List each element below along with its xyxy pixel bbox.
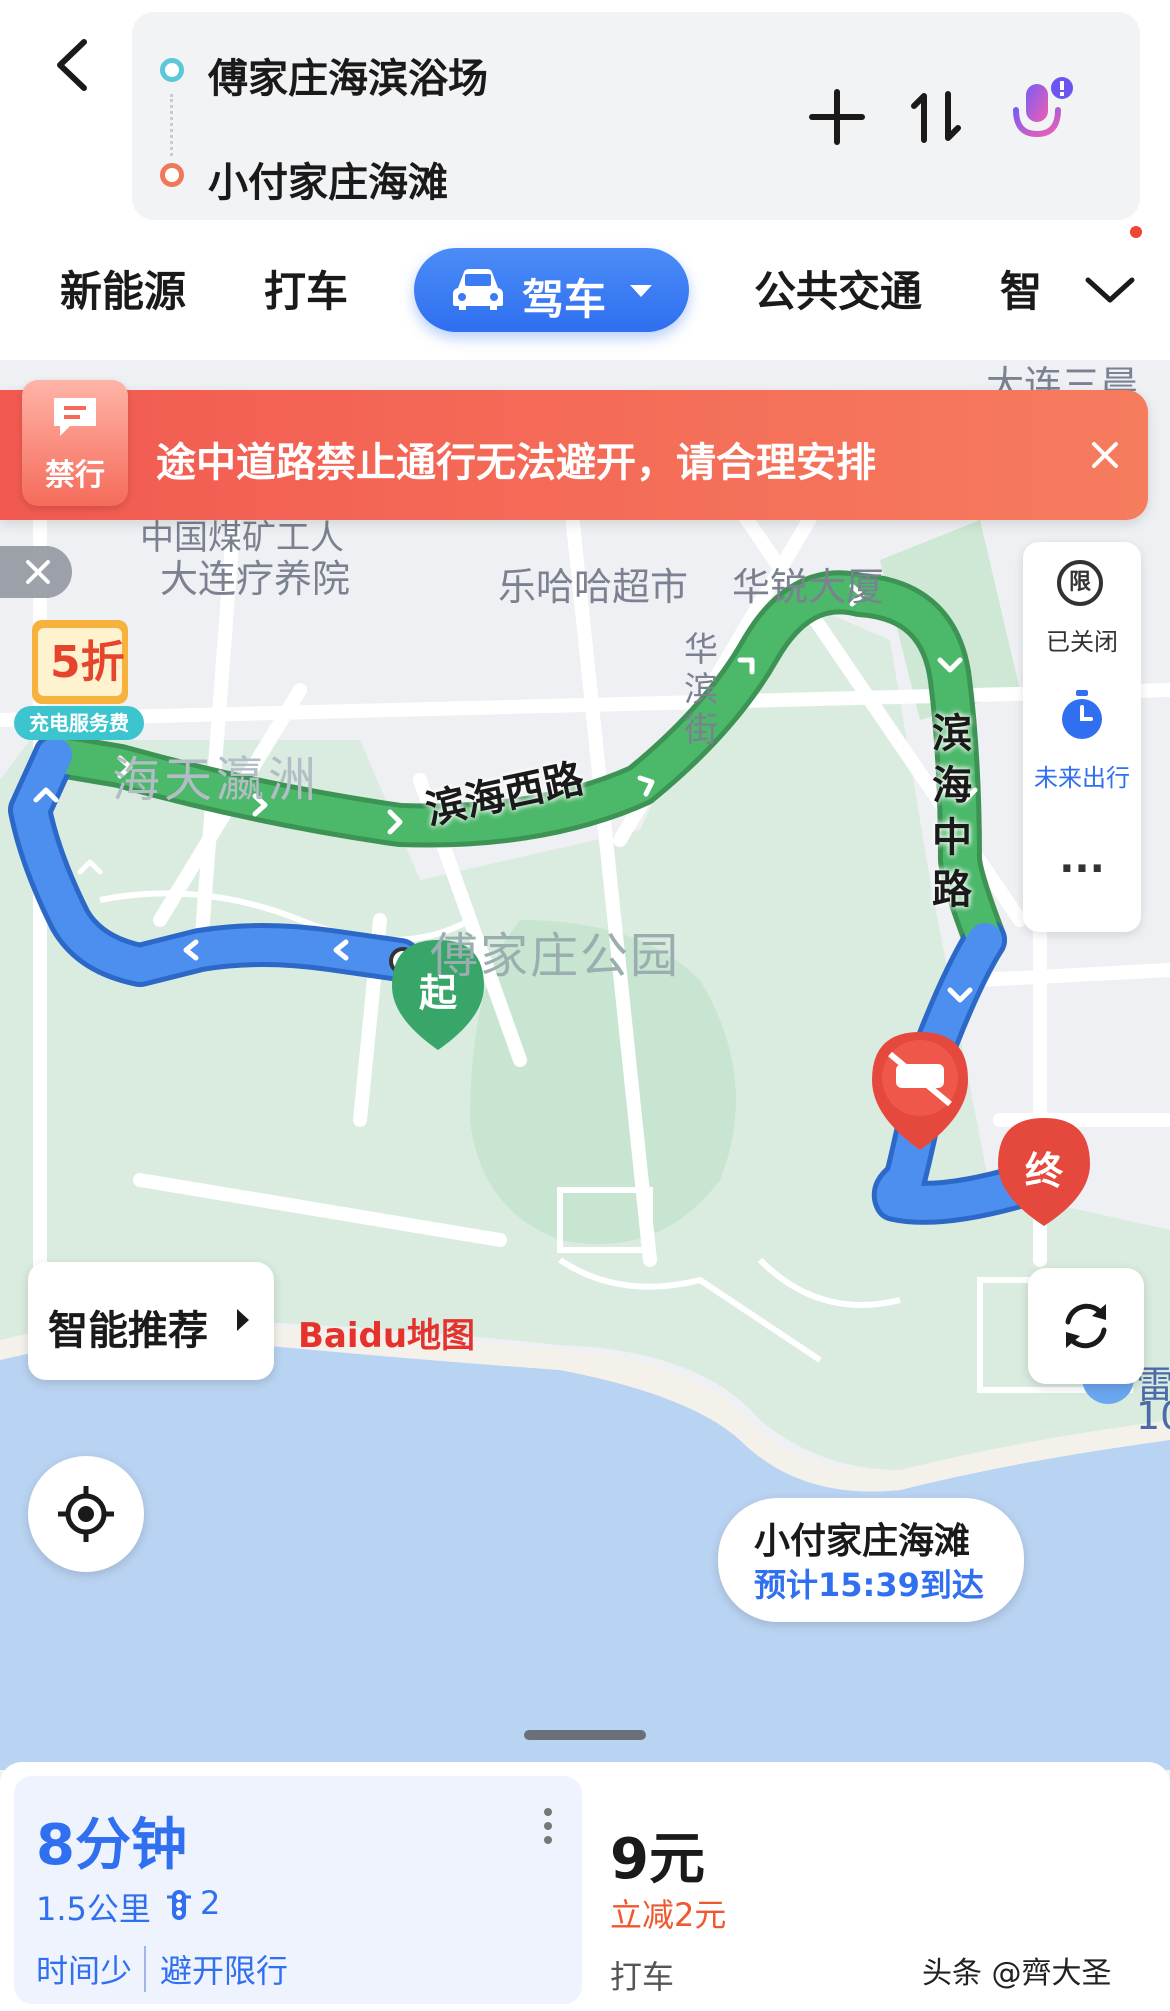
close-icon[interactable] [1080,430,1130,480]
more-button[interactable]: ··· [1023,846,1141,892]
end-dot-icon [160,163,184,187]
restriction-status: 已关闭 [1046,628,1118,656]
poi-label-huarui-tower: 华锐大厦 [732,565,885,609]
start-location-field[interactable]: 傅家庄海滨浴场 [208,46,488,104]
locate-button[interactable] [28,1456,144,1572]
notification-dot [1130,226,1142,238]
smart-recommend-label: 智能推荐 [48,1308,208,1354]
end-location-field[interactable]: 小付家庄海滩 [208,150,448,208]
poi-label-right-cut-2: 10 [1136,1394,1170,1438]
back-arrow-icon[interactable] [40,30,110,100]
route-tag-avoid-restriction: 避开限行 [144,1946,288,1992]
tab-public-transit[interactable]: 公共交通 [754,258,922,319]
microphone-icon[interactable] [1000,74,1080,154]
tab-driving-label: 驾车 [522,275,607,324]
restriction-badge: 禁行 [22,380,128,506]
restriction-alert-text: 途中道路禁止通行无法避开，请合理安排 [156,440,876,486]
drag-handle[interactable] [524,1730,646,1740]
area-label-haitian: 海天瀛洲 [112,752,321,808]
swap-icon[interactable] [902,82,972,152]
tab-taxi[interactable]: 打车 [264,258,348,319]
traffic-light-count: 2 [200,1884,221,1922]
future-travel-label: 未来出行 [1034,764,1130,792]
street-label-huabin: 华滨街 [684,630,718,750]
route-input-box: 傅家庄海滨浴场 小付家庄海滩 [132,12,1140,220]
taxi-label: 打车 [610,1958,675,1996]
restriction-icon: 限 [1057,560,1103,606]
poi-label-supermarket: 乐哈哈超市 [498,565,689,609]
destination-eta: 预计15:39到达 [754,1566,984,1604]
side-tool-panel: 限 已关闭 未来出行 ··· [1023,542,1141,932]
route-summary-panel: 8分钟 1.5公里 2 时间少 避开限行 9元 立减2元 打车 头条 @齊大圣 [0,1762,1170,2011]
route-distance: 1.5公里 [36,1890,151,1928]
refresh-icon [1065,1303,1107,1349]
map-view[interactable]: 大连三晨 中国煤矿工人 大连疗养院 乐哈哈超市 华锐大厦 华滨街 海天瀛洲 傅家… [0,360,1170,1770]
future-travel-button[interactable]: 未来出行 [1023,678,1141,798]
travel-mode-tabs: 新能源 打车 驾车 公共交通 智 [0,240,1170,340]
park-label-fujiazhuang: 傅家庄公园 [430,928,681,984]
route-tag-less-time: 时间少 [36,1952,133,1990]
route-connector [170,94,173,156]
smart-recommend-button[interactable]: 智能推荐 [28,1262,274,1380]
promo-close-button[interactable] [0,546,72,598]
taxi-price: 9元 [610,1827,705,1892]
tab-driving[interactable]: 驾车 [414,248,689,332]
charge-promo[interactable]: 5折 充电服务费 [14,612,144,742]
start-dot-icon [160,58,184,82]
car-icon [453,269,503,310]
restriction-alert[interactable]: 禁行 途中道路禁止通行无法避开，请合理安排 [0,380,1148,520]
tab-smart[interactable]: 智 [1000,258,1040,319]
caret-right-icon [237,1309,249,1331]
route-time: 8分钟 [36,1813,187,1878]
baidu-map-logo: Baidu地图 [298,1316,476,1356]
refresh-button[interactable] [1028,1268,1144,1384]
more-vertical-icon[interactable] [540,1806,556,1846]
end-marker[interactable]: 终 [1018,1140,1070,1195]
plus-icon[interactable] [802,82,872,152]
taxi-discount: 立减2元 [610,1896,727,1934]
road-label-binhai-middle: 滨海中路 [932,711,972,913]
destination-name: 小付家庄海滩 [754,1521,971,1562]
caret-down-icon [630,285,652,297]
top-header: 傅家庄海滨浴场 小付家庄海滩 新能源 打车 驾车 公共交通 智 [0,0,1170,360]
watermark-text: 头条 @齊大圣 [922,1956,1112,1991]
promo-label: 充电服务费 [14,706,144,740]
close-icon [26,560,50,584]
stopwatch-icon [1062,690,1102,739]
destination-bubble[interactable]: 小付家庄海滩 预计15:39到达 [718,1498,1024,1622]
restriction-toggle[interactable]: 限 已关闭 [1023,542,1141,662]
route-option-card[interactable]: 8分钟 1.5公里 2 时间少 避开限行 [14,1776,582,2004]
poi-label-sanatorium-line2: 大连疗养院 [160,557,351,601]
start-marker[interactable]: 起 [412,962,464,1017]
locate-icon [58,1486,114,1542]
promo-discount: 5折 [50,637,125,688]
traffic-light-icon [167,1890,191,1920]
message-icon [54,398,96,436]
tab-new-energy[interactable]: 新能源 [60,258,186,319]
restriction-badge-label: 禁行 [45,458,105,493]
chevron-down-icon[interactable] [1080,270,1140,310]
